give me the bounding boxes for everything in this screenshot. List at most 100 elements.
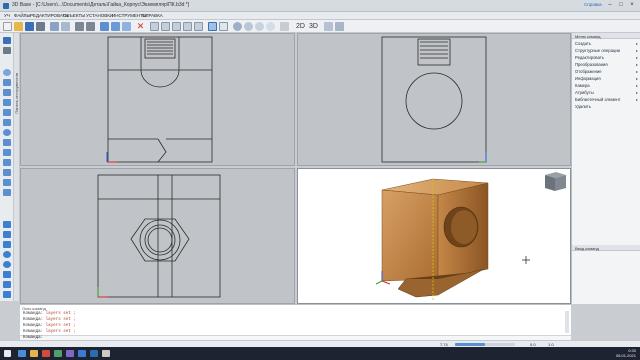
point-icon[interactable]: [3, 69, 11, 76]
view-iso-icon[interactable]: [183, 22, 192, 31]
thread-lines-side: [420, 41, 448, 59]
menu-item-settings[interactable]: УСТАНОВКИ: [86, 13, 113, 18]
clock[interactable]: 0:30 08.01.2021: [615, 348, 636, 358]
save-icon[interactable]: [25, 22, 34, 31]
view-front-icon[interactable]: [150, 22, 159, 31]
new-file-icon[interactable]: [3, 22, 12, 31]
dimension-icon[interactable]: [3, 159, 11, 166]
close-button[interactable]: ×: [628, 2, 636, 9]
menu-create[interactable]: Создать: [575, 41, 591, 46]
revolve-icon[interactable]: [3, 281, 11, 288]
part-outline-front: [107, 36, 213, 163]
help-link[interactable]: Справка: [584, 2, 602, 7]
taskbar-app-icon[interactable]: [18, 350, 26, 357]
menu-library-element[interactable]: Библиотечный элемент: [575, 97, 621, 102]
view-cube-icon[interactable]: [545, 172, 566, 191]
taskbar-cad-icon[interactable]: [90, 350, 98, 357]
polygon-icon[interactable]: [3, 139, 11, 146]
chevron-right-icon: ▸: [635, 55, 638, 60]
zoom-extents-icon[interactable]: [266, 22, 275, 31]
delete-icon[interactable]: ✕: [136, 22, 145, 31]
mirror-icon[interactable]: [3, 179, 11, 186]
viewport-side[interactable]: [297, 33, 571, 166]
rotate-icon[interactable]: [122, 22, 131, 31]
cut-icon[interactable]: [50, 22, 59, 31]
menu-item-files[interactable]: ФАЙЛЫ: [14, 13, 31, 18]
select-icon[interactable]: [100, 22, 109, 31]
sphere-icon[interactable]: [3, 251, 11, 258]
arc-icon[interactable]: [3, 99, 11, 106]
extrude-icon[interactable]: [3, 271, 11, 278]
menu-information[interactable]: Информация: [575, 76, 601, 81]
render-icon[interactable]: [280, 22, 289, 31]
hatch-icon[interactable]: [3, 169, 11, 176]
command-scrollbar[interactable]: [565, 311, 569, 333]
maximize-button[interactable]: □: [617, 2, 625, 9]
pointer-icon[interactable]: [3, 47, 11, 54]
cursor-icon[interactable]: [3, 37, 11, 44]
taskbar-app-icon[interactable]: [54, 350, 62, 357]
menu-edit[interactable]: Редактировать: [575, 55, 604, 60]
torus-icon[interactable]: [3, 261, 11, 268]
menu-attributes[interactable]: Атрибуты: [575, 90, 594, 95]
chevron-right-icon: ▸: [635, 97, 638, 102]
start-icon[interactable]: [4, 350, 11, 357]
taskbar-app-icon[interactable]: [66, 350, 74, 357]
loft-icon[interactable]: [3, 291, 11, 298]
view-side-icon[interactable]: [161, 22, 170, 31]
spline-icon[interactable]: [3, 109, 11, 116]
view-2d-button[interactable]: 2D: [296, 23, 305, 30]
move-icon[interactable]: [111, 22, 120, 31]
layout-four-views-icon[interactable]: [208, 22, 217, 31]
menu-display[interactable]: Отображение: [575, 69, 602, 74]
cylinder-icon[interactable]: [3, 231, 11, 238]
menu-delete[interactable]: Удалить: [575, 104, 591, 109]
app-icon: [3, 3, 9, 9]
menu-transforms[interactable]: Преобразования: [575, 62, 608, 67]
rectangle-icon[interactable]: [3, 119, 11, 126]
print-icon[interactable]: [36, 22, 45, 31]
view-3d-button[interactable]: 3D: [309, 23, 318, 30]
clock-date: 08.01.2021: [615, 352, 636, 358]
undo-icon[interactable]: [75, 22, 84, 31]
viewport-top[interactable]: [20, 168, 295, 304]
front-view-drawing: [106, 36, 213, 163]
axis-triad-side: [479, 152, 487, 163]
menu-item-uch[interactable]: УЧ: [4, 13, 10, 18]
viewport-area: [20, 33, 571, 304]
grid-icon[interactable]: [335, 22, 344, 31]
zoom-slider[interactable]: [455, 343, 515, 346]
viewport-3d[interactable]: [297, 168, 571, 304]
menu-item-objects[interactable]: ОБЪЕКТЫ: [63, 13, 85, 18]
taskbar-browser-icon[interactable]: [42, 350, 50, 357]
through-hole-circle: [405, 72, 463, 130]
command-log-line: Команда: layers set ;: [23, 330, 76, 334]
circle-icon[interactable]: [3, 129, 11, 136]
open-folder-icon[interactable]: [14, 22, 23, 31]
redo-icon[interactable]: [86, 22, 95, 31]
polyline-icon[interactable]: [3, 89, 11, 96]
menu-structural-ops[interactable]: Структурные операции: [575, 48, 620, 53]
trim-icon[interactable]: [3, 189, 11, 196]
text-tool-icon[interactable]: [3, 149, 11, 156]
taskbar-folder-icon[interactable]: [30, 350, 38, 357]
taskbar-app-icon[interactable]: [78, 350, 86, 357]
top-view-drawing: [97, 174, 221, 298]
menu-camera[interactable]: Камера: [575, 83, 590, 88]
view-back-icon[interactable]: [194, 22, 203, 31]
menu-item-help[interactable]: СПРАВКА: [142, 13, 163, 18]
move-cursor-icon: [522, 256, 530, 264]
measure-icon[interactable]: [324, 22, 333, 31]
minimize-button[interactable]: –: [606, 2, 614, 9]
line-icon[interactable]: [3, 79, 11, 86]
viewport-front[interactable]: [20, 33, 295, 166]
copy-icon[interactable]: [61, 22, 70, 31]
cone-icon[interactable]: [3, 241, 11, 248]
taskbar-app-icon[interactable]: [102, 350, 110, 357]
pan-icon[interactable]: [244, 22, 253, 31]
zoom-icon[interactable]: [255, 22, 264, 31]
orbit-icon[interactable]: [233, 22, 242, 31]
box-icon[interactable]: [3, 221, 11, 228]
layout-single-view-icon[interactable]: [219, 22, 228, 31]
view-top-icon[interactable]: [172, 22, 181, 31]
